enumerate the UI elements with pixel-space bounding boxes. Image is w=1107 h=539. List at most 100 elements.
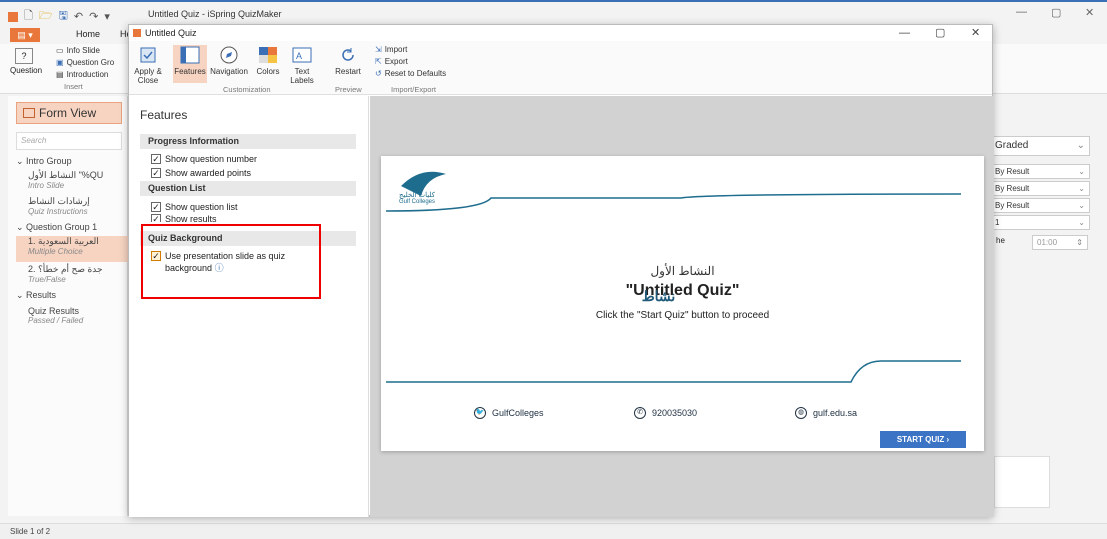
question-group-button[interactable]: ▣ Question Gro: [56, 58, 114, 67]
tab-home[interactable]: Home: [76, 29, 100, 39]
file-menu-button[interactable]: ▤ ▾: [10, 28, 40, 42]
logo-subtext: Gulf Colleges: [399, 199, 436, 205]
feedback-box[interactable]: [994, 456, 1050, 508]
option-label: Show results: [165, 214, 217, 222]
time-input[interactable]: 01:00 ⇕: [1032, 235, 1088, 250]
undo-icon[interactable]: ↶: [74, 10, 83, 23]
tree-item-intro-slide[interactable]: النشاط الأول "%QU Intro Slide: [28, 170, 103, 190]
slide-instruction: Click the "Start Quiz" button to proceed: [595, 310, 770, 321]
tree-item-label: 1. العربية السعودية: [28, 236, 99, 246]
show-question-number-option[interactable]: ✓ Show question number: [151, 154, 257, 164]
export-icon: ⇱: [375, 57, 382, 66]
compass-icon: [218, 45, 240, 65]
tree-item-label: إرشادات النشاط: [28, 196, 90, 206]
features-icon: [179, 45, 201, 65]
search-input[interactable]: Search: [16, 132, 122, 150]
option-label: Show awarded points: [165, 168, 252, 178]
export-label: Export: [384, 57, 408, 66]
show-results-option[interactable]: ✓ Show results: [151, 214, 217, 222]
text-labels-label: Text Labels: [290, 67, 314, 85]
slide-overlay-word: نشاط: [641, 288, 676, 304]
chevron-down-icon: ⌄: [1078, 201, 1085, 210]
globe-icon: ◍: [795, 407, 807, 419]
dialog-minimize-icon[interactable]: —: [899, 25, 910, 41]
time-value: 01:00: [1037, 238, 1058, 247]
checkbox-checked[interactable]: ✓: [151, 214, 161, 222]
time-label: he: [996, 236, 1005, 245]
feedback-dropdown-2[interactable]: By Result ⌄: [990, 181, 1090, 196]
features-button[interactable]: Features: [173, 45, 207, 83]
tree-item-sub: Intro Slide: [28, 181, 65, 190]
app-title: Untitled Quiz - iSpring QuizMaker: [148, 9, 282, 19]
tree-item-question-2[interactable]: 2. جدة صح أم خطأ؟ True/False: [28, 264, 103, 284]
tree-item-instructions[interactable]: إرشادات النشاط Quiz Instructions: [28, 196, 90, 216]
colors-button[interactable]: Colors: [253, 45, 283, 76]
twitter-text: GulfColleges: [492, 408, 544, 418]
navigation-button[interactable]: Navigation: [209, 45, 249, 76]
dropdown-value: By Result: [995, 184, 1030, 193]
phone-icon: ✆: [634, 407, 646, 419]
info-slide-button[interactable]: ▭ Info Slide: [56, 46, 100, 55]
tree-group-results[interactable]: ⌄ Results: [16, 290, 56, 301]
import-label: Import: [384, 45, 408, 54]
show-awarded-points-option[interactable]: ✓ Show awarded points: [151, 168, 251, 178]
checkbox-checked[interactable]: ✓: [151, 168, 161, 178]
dialog-maximize-icon[interactable]: ▢: [935, 25, 945, 41]
insert-group-label: Insert: [64, 82, 83, 91]
import-button[interactable]: ⇲ Import: [375, 45, 407, 54]
tree-group-intro[interactable]: ⌄ Intro Group: [16, 156, 72, 167]
checkbox-checked[interactable]: ✓: [151, 154, 161, 164]
start-quiz-button[interactable]: START QUIZ ›: [880, 431, 966, 448]
maximize-icon[interactable]: ▢: [1051, 6, 1061, 19]
app-logo-icon: [8, 11, 18, 22]
text-labels-icon: A: [291, 45, 313, 65]
show-question-list-option[interactable]: ✓ Show question list: [151, 202, 238, 212]
features-title: Features: [140, 108, 188, 122]
reset-defaults-button[interactable]: ↺ Reset to Defaults: [375, 69, 446, 78]
feedback-dropdown-1[interactable]: By Result ⌄: [990, 164, 1090, 179]
dropdown-value: By Result: [995, 167, 1030, 176]
checkbox-checked[interactable]: ✓: [151, 202, 161, 212]
tree-item-sub: True/False: [28, 275, 66, 284]
svg-text:A: A: [296, 51, 302, 61]
question-group-icon: ▣: [56, 58, 64, 67]
tree-item-quiz-results[interactable]: Quiz Results Passed / Failed: [28, 306, 83, 325]
export-button[interactable]: ⇱ Export: [375, 57, 408, 66]
customize-icon[interactable]: ▾: [104, 10, 110, 23]
text-labels-button[interactable]: A Text Labels: [287, 45, 317, 85]
minimize-icon[interactable]: —: [1016, 6, 1027, 18]
introduction-button[interactable]: ▤ Introduction: [56, 70, 108, 79]
chevron-down-icon: ⌄: [1078, 184, 1085, 193]
form-view-button[interactable]: Form View: [16, 102, 122, 124]
restart-button[interactable]: Restart: [333, 45, 363, 76]
question-button[interactable]: ? Question: [10, 48, 43, 75]
question-icon: ?: [15, 48, 33, 64]
slide-tree-panel: Form View Search ⌄ Intro Group النشاط ال…: [8, 96, 128, 516]
grading-dropdown[interactable]: Graded ⌄: [990, 136, 1090, 156]
redo-icon[interactable]: ↷: [89, 10, 98, 23]
apply-close-button[interactable]: Apply & Close: [133, 45, 163, 85]
preview-group-label: Preview: [335, 85, 362, 94]
web-contact: ◍ gulf.edu.sa: [795, 407, 857, 419]
twitter-icon: 🐦: [474, 407, 486, 419]
import-icon: ⇲: [375, 45, 382, 54]
phone-contact: ✆ 920035030: [634, 407, 697, 419]
close-icon[interactable]: ✕: [1085, 6, 1094, 19]
tree-item-question-1[interactable]: 1. العربية السعودية Multiple Choice: [16, 236, 128, 262]
chevron-down-icon: ⌄: [1078, 218, 1085, 227]
restart-icon: [337, 45, 359, 65]
attempts-dropdown[interactable]: 1 ⌄: [990, 215, 1090, 230]
progress-section-header: Progress Information: [140, 134, 356, 149]
question-label: Question: [10, 66, 43, 75]
colors-icon: [257, 45, 279, 65]
features-panel: Features Progress Information ✓ Show ques…: [129, 96, 369, 517]
college-logo: كليات الخليج Gulf Colleges: [399, 192, 435, 206]
tree-group-question-1[interactable]: ⌄ Question Group 1: [16, 222, 97, 233]
feedback-dropdown-3[interactable]: By Result ⌄: [990, 198, 1090, 213]
dialog-close-icon[interactable]: ✕: [971, 25, 980, 41]
grading-value: Graded: [995, 140, 1029, 151]
form-view-icon: [23, 108, 35, 118]
tree-group-label: Results: [26, 290, 57, 300]
question-list-section-header: Question List: [140, 181, 356, 196]
tree-item-label: Quiz Results: [28, 306, 80, 316]
